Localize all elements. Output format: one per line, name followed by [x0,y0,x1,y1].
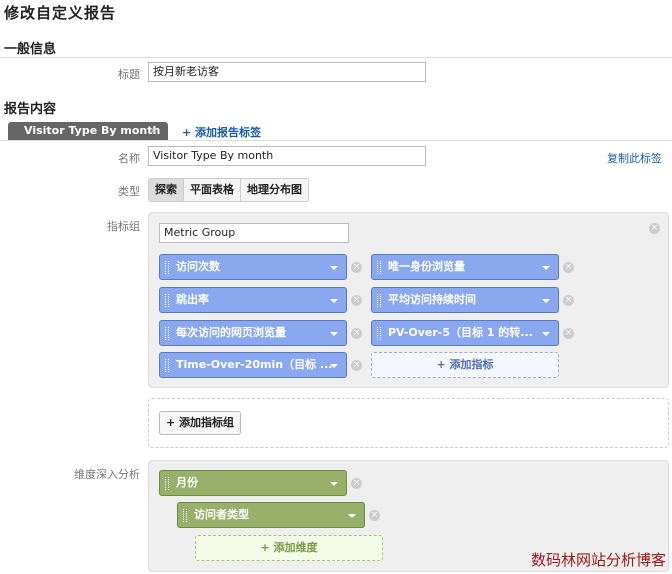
metric-label: 唯一身份浏览量 [388,260,465,273]
chevron-down-icon[interactable] [330,299,338,303]
add-metric-button[interactable]: + 添加指标 [371,352,559,378]
chevron-down-icon[interactable] [542,332,550,336]
metric-label: PV-Over-5（目标 1 的转... [388,326,533,339]
add-tab-link[interactable]: + 添加报告标签 [182,124,261,140]
chevron-down-icon[interactable] [330,364,338,368]
chevron-down-icon[interactable] [542,299,550,303]
drag-handle-icon[interactable] [377,327,381,340]
chevron-down-icon[interactable] [330,266,338,270]
dimension-pill[interactable]: 访问者类型 [177,502,365,528]
divider [0,140,672,141]
title-input[interactable]: 按月新老访客 [148,62,426,82]
metric-group-label: 指标组 [107,220,140,233]
metric-label: 平均访问持续时间 [388,293,476,306]
name-input[interactable]: Visitor Type By month [148,146,426,166]
remove-metric-icon[interactable]: × [351,360,362,371]
remove-group-icon[interactable]: × [649,223,660,234]
metric-pill[interactable]: 访问次数 [159,254,347,280]
remove-metric-icon[interactable]: × [351,328,362,339]
metric-pill[interactable]: 平均访问持续时间 [371,287,559,313]
add-metric-group-area: + 添加指标组 [148,398,669,448]
page-title: 修改自定义报告 [4,4,117,22]
dimension-label: 维度深入分析 [74,468,140,481]
type-explorer-button[interactable]: 探索 [149,179,184,201]
tab-visitor-type-by-month[interactable]: Visitor Type By month × [8,122,168,140]
dimension-pill[interactable]: 月份 [159,470,347,496]
remove-metric-icon[interactable]: × [351,295,362,306]
drag-handle-icon[interactable] [377,261,381,274]
remove-metric-icon[interactable]: × [563,295,574,306]
name-label: 名称 [118,152,140,165]
drag-handle-icon[interactable] [165,327,169,340]
metric-group-name-input[interactable]: Metric Group [159,223,349,243]
remove-dimension-icon[interactable]: × [351,478,362,489]
general-info-heading: 一般信息 [4,42,57,57]
metric-pill[interactable]: Time-Over-20min（目标 ... [159,352,347,378]
metric-pill[interactable]: 跳出率 [159,287,347,313]
drag-handle-icon[interactable] [165,477,169,490]
metric-label: 访问次数 [176,260,220,273]
drag-handle-icon[interactable] [165,359,169,372]
type-selector: 探索 平面表格 地理分布图 [148,178,309,202]
remove-metric-icon[interactable]: × [351,262,362,273]
tab-label: Visitor Type By month [24,124,161,137]
metric-label: 每次访问的网页浏览量 [176,326,286,339]
metric-group-panel: × Metric Group 访问次数 × 唯一身份浏览量 × 跳出率 × 平均… [148,212,669,388]
divider [0,57,672,58]
dimension-name: 访问者类型 [194,508,249,521]
metric-label: Time-Over-20min（目标 ... [176,358,333,371]
chevron-down-icon[interactable] [542,266,550,270]
copy-tab-link[interactable]: 复制此标签 [607,150,662,166]
drag-handle-icon[interactable] [183,509,187,522]
add-dimension-button[interactable]: + 添加维度 [195,535,383,561]
close-icon[interactable]: × [149,122,158,140]
chevron-down-icon[interactable] [330,482,338,486]
remove-metric-icon[interactable]: × [563,328,574,339]
chevron-down-icon[interactable] [348,514,356,518]
drag-handle-icon[interactable] [377,294,381,307]
type-label: 类型 [118,185,140,198]
metric-pill[interactable]: PV-Over-5（目标 1 的转... [371,320,559,346]
title-label: 标题 [118,68,140,81]
remove-metric-icon[interactable]: × [563,262,574,273]
dimension-name: 月份 [176,476,198,489]
metric-pill[interactable]: 每次访问的网页浏览量 [159,320,347,346]
report-content-heading: 报告内容 [4,102,57,117]
watermark: 数码林网站分析博客 [530,551,666,569]
metric-label: 跳出率 [176,293,209,306]
drag-handle-icon[interactable] [165,261,169,274]
type-flat-table-button[interactable]: 平面表格 [184,179,241,201]
chevron-down-icon[interactable] [330,332,338,336]
remove-dimension-icon[interactable]: × [369,510,380,521]
type-map-overlay-button[interactable]: 地理分布图 [241,179,308,201]
metric-pill[interactable]: 唯一身份浏览量 [371,254,559,280]
add-metric-group-button[interactable]: + 添加指标组 [159,411,242,435]
drag-handle-icon[interactable] [165,294,169,307]
